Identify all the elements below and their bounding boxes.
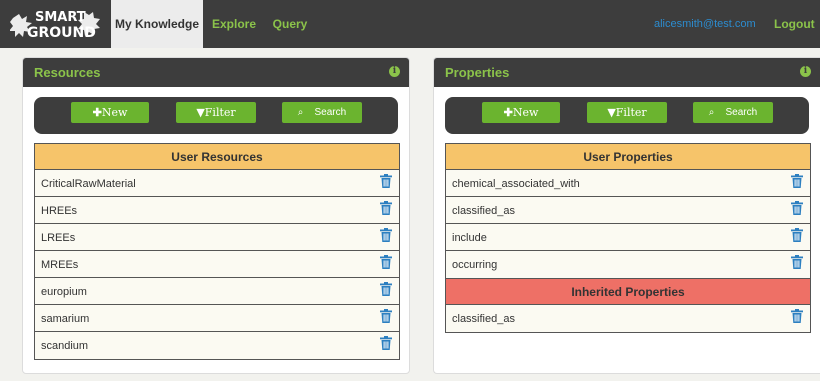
resource-label: HREEs xyxy=(41,205,78,217)
property-row[interactable]: classified_as xyxy=(446,197,810,224)
info-icon[interactable]: i xyxy=(389,66,400,77)
trash-icon[interactable] xyxy=(791,228,803,242)
property-label: chemical_associated_with xyxy=(452,178,580,190)
property-row[interactable]: occurring xyxy=(446,251,810,278)
properties-panel-header: Properties i xyxy=(434,58,820,87)
trash-icon[interactable] xyxy=(791,309,803,323)
resource-row[interactable]: scandium xyxy=(35,332,399,359)
trash-icon[interactable] xyxy=(380,228,392,242)
tab-query[interactable]: Query xyxy=(268,0,312,48)
filter-resources-button[interactable]: ▼Filter xyxy=(176,102,256,123)
inherited-property-label: classified_as xyxy=(452,313,515,325)
logout-link[interactable]: Logout xyxy=(774,0,815,48)
filter-properties-button[interactable]: ▼Filter xyxy=(587,102,667,123)
tab-explore[interactable]: Explore xyxy=(208,0,260,48)
logo-line-2: GROUND xyxy=(27,25,96,41)
panel-title: Resources xyxy=(34,65,101,80)
resource-row[interactable]: HREEs xyxy=(35,197,399,224)
trash-icon[interactable] xyxy=(380,174,392,188)
user-email[interactable]: alicesmith@test.com xyxy=(654,0,756,48)
resource-row[interactable]: samarium xyxy=(35,305,399,332)
resource-label: samarium xyxy=(41,313,90,325)
trash-icon[interactable] xyxy=(380,282,392,296)
search-resources-button[interactable]: ⌕ Search xyxy=(282,102,362,123)
resource-label: CriticalRawMaterial xyxy=(41,178,136,190)
filter-icon: ▼ xyxy=(607,106,616,119)
plus-icon: ✚ xyxy=(92,106,102,119)
trash-icon[interactable] xyxy=(380,336,392,350)
resources-toolbar: ✚New ▼Filter ⌕ Search xyxy=(34,97,398,134)
plus-icon: ✚ xyxy=(503,106,513,119)
property-row[interactable]: chemical_associated_with xyxy=(446,170,810,197)
trash-icon[interactable] xyxy=(380,255,392,269)
trash-icon[interactable] xyxy=(791,174,803,188)
trash-icon[interactable] xyxy=(380,309,392,323)
resource-row[interactable]: LREEs xyxy=(35,224,399,251)
info-icon[interactable]: i xyxy=(800,66,811,77)
tab-my-knowledge[interactable]: My Knowledge xyxy=(111,0,203,48)
resource-label: MREEs xyxy=(41,259,79,271)
trash-icon[interactable] xyxy=(791,255,803,269)
new-resource-button[interactable]: ✚New xyxy=(71,102,149,123)
resource-label: LREEs xyxy=(41,232,76,244)
resources-panel: Resources i ✚New ▼Filter ⌕ Search User R… xyxy=(22,57,410,374)
top-navbar: SMART GROUND My Knowledge Explore Query … xyxy=(0,0,820,48)
inherited-property-row[interactable]: classified_as xyxy=(446,305,810,332)
resource-label: scandium xyxy=(41,340,89,352)
property-label: classified_as xyxy=(452,205,515,217)
property-label: include xyxy=(452,232,487,244)
property-row[interactable]: include xyxy=(446,224,810,251)
resource-label: europium xyxy=(41,286,87,298)
user-resources-heading: User Resources xyxy=(35,143,399,170)
new-property-button[interactable]: ✚New xyxy=(482,102,560,123)
inherited-properties-heading: Inherited Properties xyxy=(446,278,810,305)
properties-panel: Properties i ✚New ▼Filter ⌕ Search User … xyxy=(433,57,820,374)
filter-icon: ▼ xyxy=(196,106,205,119)
trash-icon[interactable] xyxy=(791,201,803,215)
search-icon: ⌕ xyxy=(297,107,315,118)
properties-list: User Properties chemical_associated_with… xyxy=(445,143,811,333)
trash-icon[interactable] xyxy=(380,201,392,215)
search-properties-button[interactable]: ⌕ Search xyxy=(693,102,773,123)
resources-panel-header: Resources i xyxy=(23,58,409,87)
property-label: occurring xyxy=(452,259,498,271)
logo-line-1: SMART xyxy=(35,10,86,25)
resource-row[interactable]: MREEs xyxy=(35,251,399,278)
properties-toolbar: ✚New ▼Filter ⌕ Search xyxy=(445,97,809,134)
search-icon: ⌕ xyxy=(708,107,726,118)
user-properties-heading: User Properties xyxy=(446,143,810,170)
panel-title: Properties xyxy=(445,65,510,80)
smartground-logo[interactable]: SMART GROUND xyxy=(0,0,112,48)
resource-row[interactable]: CriticalRawMaterial xyxy=(35,170,399,197)
user-resources-list: User Resources CriticalRawMaterial HREEs L… xyxy=(34,143,400,360)
resource-row[interactable]: europium xyxy=(35,278,399,305)
